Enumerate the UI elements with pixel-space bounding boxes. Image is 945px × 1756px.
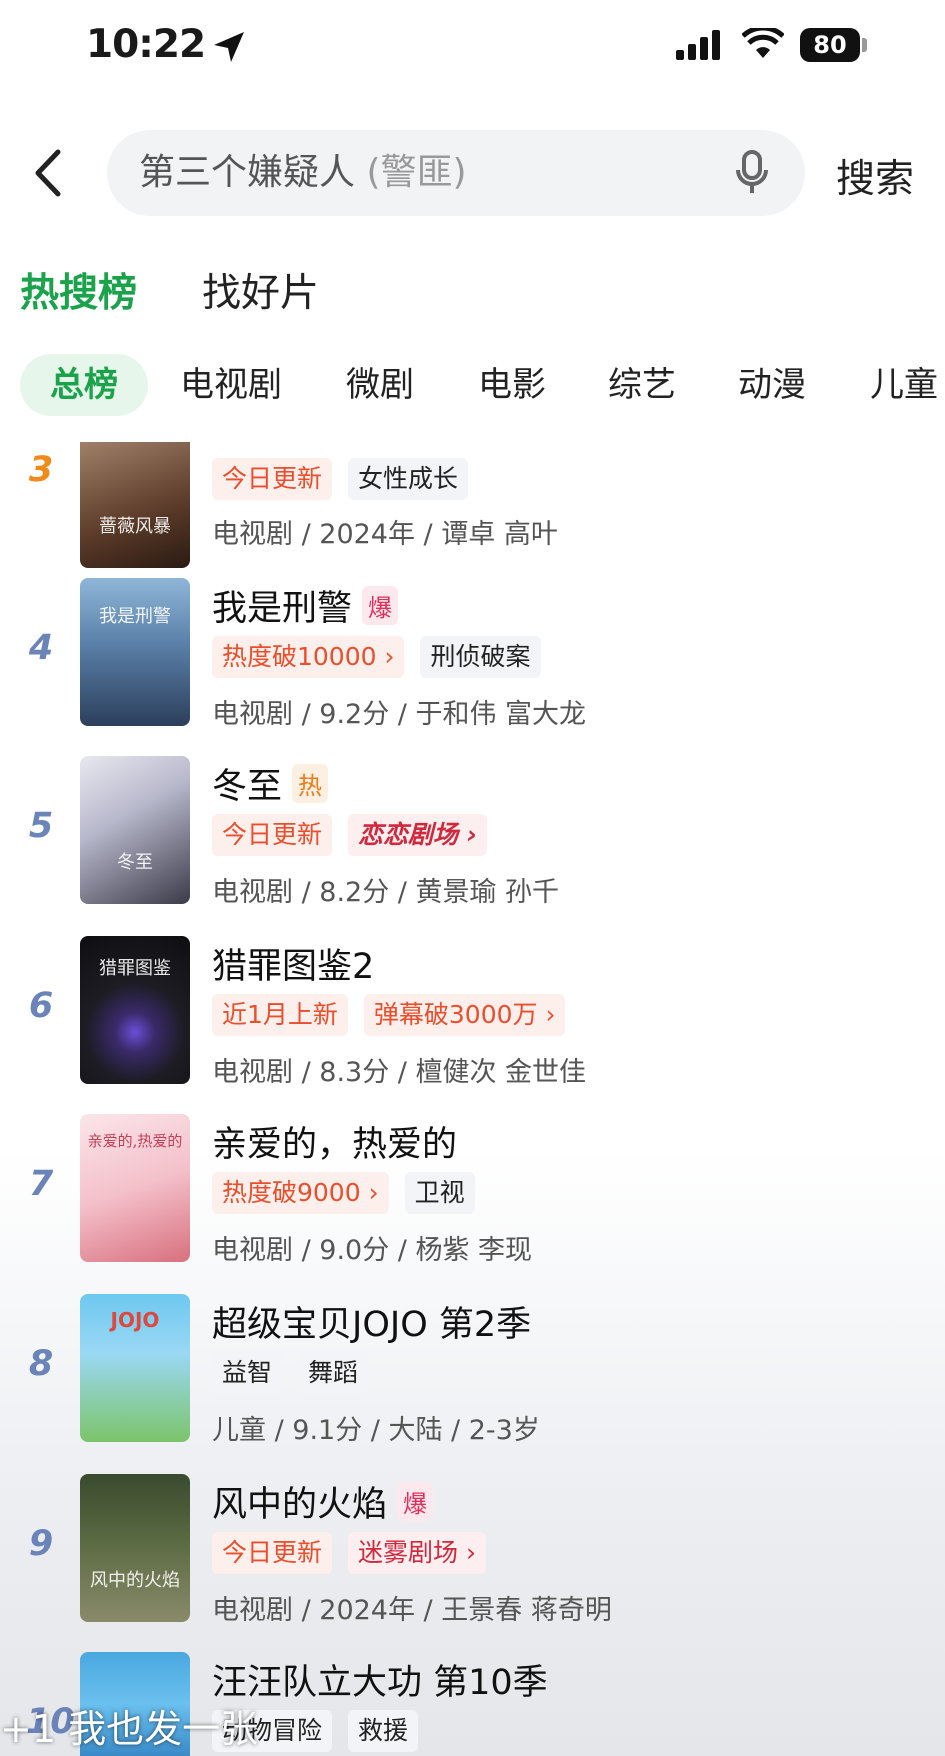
item-title[interactable]: 汪汪队立大功 第10季 [212,1654,548,1705]
tag: 女性成长 [348,458,469,500]
status-time: 10:22 [86,22,206,67]
poster-title-art: JOJO [110,1308,160,1332]
tag-list: 益智 舞蹈 [212,1352,384,1394]
poster-title-art: 我是刑警 [99,606,171,627]
poster-image[interactable]: 冬至 [80,756,190,904]
meta-info: 儿童 / 9.1分 / 大陆 / 2-3岁 [212,1415,540,1446]
chip-anime[interactable]: 动漫 [738,354,806,416]
search-button[interactable]: 搜索 [836,148,914,204]
meta-info: 电视剧 / 9.2分 / 于和伟 富大龙 [212,699,587,730]
search-input[interactable]: 第三个嫌疑人 (警匪) [139,130,467,216]
list-item[interactable]: 3 蔷薇风暴 今日更新 女性成长 电视剧 / 2024年 / 谭卓 高叶 [0,420,945,568]
title-text: 风中的火焰 [212,1485,388,1525]
microphone-icon[interactable] [735,150,769,196]
chip-tv-series[interactable]: 电视剧 [180,354,282,416]
tag: 救援 [348,1710,419,1752]
chip-children[interactable]: 儿童 [870,354,938,416]
tab-hot-search[interactable]: 热搜榜 [20,262,137,318]
chip-variety[interactable]: 综艺 [608,354,676,416]
theater-tag[interactable]: 恋恋剧场 › [348,814,488,856]
item-title[interactable]: 超级宝贝JOJO 第2季 [212,1296,531,1347]
hot-badge: 爆 [362,586,399,625]
tag-list: 近1月上新 弹幕破3000万 › [212,994,581,1036]
tag: 卫视 [404,1172,475,1214]
chip-movie[interactable]: 电影 [478,354,546,416]
poster-title-art: 亲爱的,热爱的 [87,1132,183,1150]
poster-image[interactable]: 亲爱的,热爱的 [80,1114,190,1262]
tag-list: 热度破10000 › 刑侦破案 [212,636,557,678]
tag-list: 热度破9000 › 卫视 [212,1172,491,1214]
poster-image[interactable]: 猎罪图鉴 [80,936,190,1084]
item-title[interactable]: 亲爱的，热爱的 [212,1116,457,1167]
list-item[interactable]: 6 猎罪图鉴 猎罪图鉴2 近1月上新 弹幕破3000万 › 电视剧 / 8.3分 … [0,936,945,1114]
poster-title-art: 冬至 [117,852,153,873]
theater-tag[interactable]: 迷雾剧场 › [348,1532,486,1574]
rank-number: 8 [28,1344,54,1384]
rank-number: 9 [28,1524,54,1564]
tag[interactable]: 弹幕破3000万 › [363,994,566,1036]
title-text: 亲爱的，热爱的 [212,1125,458,1165]
hot-badge: 爆 [397,1482,434,1521]
rank-number: 7 [28,1164,54,1204]
title-text: 超级宝贝JOJO 第2季 [212,1305,532,1345]
meta-info: 电视剧 / 9.0分 / 杨紫 李现 [212,1235,533,1266]
rank-number: 4 [28,628,54,668]
tag: 益智 [212,1352,283,1394]
tab-find-good-films[interactable]: 找好片 [202,262,319,318]
meta-info: 电视剧 / 8.2分 / 黄景瑜 孙千 [212,877,560,908]
item-title[interactable]: 冬至热 [212,758,329,809]
search-hint: (警匪) [366,152,467,193]
list-item[interactable]: 8 JOJO 超级宝贝JOJO 第2季 益智 舞蹈 儿童 / 9.1分 / 大陆 … [0,1294,945,1472]
meta-info: 电视剧 / 2024年 / 谭卓 高叶 [212,519,558,550]
tag[interactable]: 热度破9000 › [212,1172,389,1214]
item-title[interactable]: 风中的火焰爆 [212,1476,434,1527]
list-item[interactable]: 9 风中的火焰 风中的火焰爆 今日更新 迷雾剧场 › 电视剧 / 2024年 / … [0,1474,945,1652]
cellular-signal-icon [676,30,720,60]
tag-list: 今日更新 迷雾剧场 › [212,1532,502,1574]
search-box[interactable]: 第三个嫌疑人 (警匪) [107,130,805,216]
list-item[interactable]: 5 冬至 冬至热 今日更新 恋恋剧场 › 电视剧 / 8.2分 / 黄景瑜 孙千 [0,756,945,934]
search-query: 第三个嫌疑人 [139,152,356,193]
meta-info: 电视剧 / 8.3分 / 檀健次 金世佳 [212,1057,587,1088]
poster-title-art: 风中的火焰 [90,1570,180,1591]
list-item[interactable]: 4 我是刑警 我是刑警爆 热度破10000 › 刑侦破案 电视剧 / 9.2分 /… [0,578,945,756]
poster-image[interactable]: 风中的火焰 [80,1474,190,1622]
tag: 今日更新 [212,1532,333,1574]
poster-image[interactable]: 我是刑警 [80,578,190,726]
wifi-icon [742,28,784,58]
tag-list: 今日更新 女性成长 [212,458,484,500]
title-text: 猎罪图鉴2 [212,947,375,987]
chip-overall[interactable]: 总榜 [20,354,148,416]
status-bar: 10:22 80 [0,0,945,92]
hot-badge: 热 [292,764,329,803]
rank-number: 3 [28,450,54,490]
battery-indicator: 80 [800,28,860,62]
back-arrow-icon[interactable] [30,148,70,198]
tag-list: 今日更新 恋恋剧场 › [212,814,503,856]
rank-number: 6 [28,986,54,1026]
poster-title-art: 蔷薇风暴 [99,516,171,537]
tag[interactable]: 热度破10000 › [212,636,405,678]
tag: 刑侦破案 [420,636,541,678]
title-text: 我是刑警 [212,589,353,629]
item-title[interactable]: 猎罪图鉴2 [212,938,374,989]
poster-image[interactable]: 蔷薇风暴 [80,442,190,568]
battery-tip [862,38,867,52]
overlay-comment: +1 我也发一张 [0,1707,259,1751]
meta-info: 电视剧 / 2024年 / 王景春 蒋奇明 [212,1595,612,1626]
tag: 今日更新 [212,814,333,856]
title-text: 汪汪队立大功 第10季 [212,1663,548,1703]
rank-number: 5 [28,806,54,846]
poster-image[interactable]: JOJO [80,1294,190,1442]
location-arrow-icon [214,32,244,62]
tag: 今日更新 [212,458,333,500]
tag: 近1月上新 [212,994,348,1036]
poster-title-art: 猎罪图鉴 [99,958,171,979]
title-text: 冬至 [212,767,283,807]
tag: 舞蹈 [298,1352,369,1394]
chip-micro-drama[interactable]: 微剧 [346,354,414,416]
list-item[interactable]: 7 亲爱的,热爱的 亲爱的，热爱的 热度破9000 › 卫视 电视剧 / 9.0分… [0,1114,945,1292]
item-title[interactable]: 我是刑警爆 [212,580,399,631]
